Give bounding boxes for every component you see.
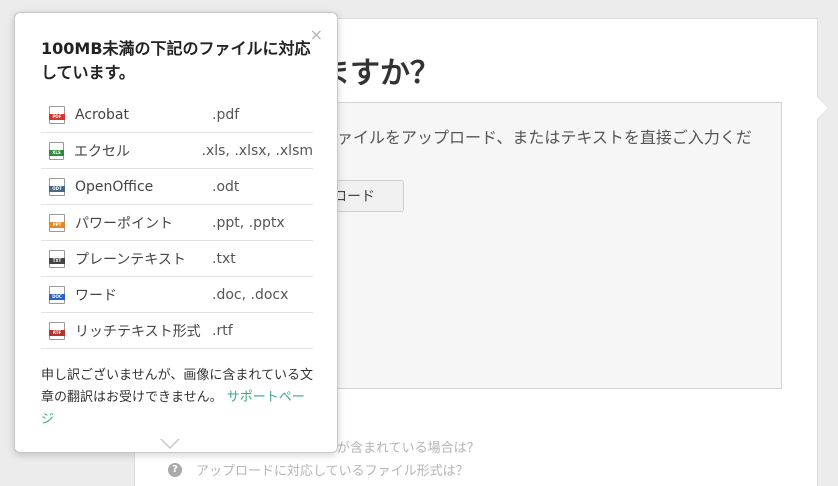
file-type-name: OpenOffice xyxy=(75,178,154,195)
rtf-file-icon: RTF xyxy=(49,321,65,340)
file-extensions: .ppt, .pptx xyxy=(212,214,285,231)
file-type-name: エクセル xyxy=(74,143,131,160)
file-extensions: .txt xyxy=(212,250,236,267)
file-type-name: パワーポイント xyxy=(75,215,173,232)
file-extensions: .pdf xyxy=(212,106,240,123)
page-heading: ますか？ xyxy=(320,56,440,91)
card-pointer xyxy=(816,96,828,120)
popover-note: 申し訳ございませんが、画像に含まれている文章の翻訳はお受けできません。 サポート… xyxy=(41,365,317,431)
file-icon-badge: DOC xyxy=(49,293,65,300)
file-format-row: ODT OpenOffice .odt xyxy=(41,169,313,205)
faq-link-image-text[interactable]: が含まれている場合は？ xyxy=(337,437,480,456)
file-extensions: .rtf xyxy=(212,322,233,339)
file-type-name: ワード xyxy=(75,287,117,304)
file-format-list: PDF Acrobat .pdf XLS エクセル .xls, .xlsx, .xlsm O… xyxy=(41,97,313,349)
file-format-row: TXT プレーンテキスト .txt xyxy=(41,241,313,277)
doc-file-icon: DOC xyxy=(49,285,65,304)
file-icon-badge: TXT xyxy=(49,257,65,264)
file-format-row: PDF Acrobat .pdf xyxy=(41,97,313,133)
file-icon-badge: PDF xyxy=(49,113,65,120)
file-extensions: .odt xyxy=(212,178,240,195)
odt-file-icon: ODT xyxy=(49,177,65,196)
help-icon: ? xyxy=(168,462,182,477)
upload-instructions: ァイルをアップロード、またはテキストを直接ご入力くだ xyxy=(337,128,752,147)
xls-file-icon: XLS xyxy=(49,141,65,160)
file-type-name: Acrobat xyxy=(75,106,129,123)
file-icon-badge: ODT xyxy=(49,185,65,192)
file-icon-badge: RTF xyxy=(49,329,65,336)
file-type-name: リッチテキスト形式 xyxy=(75,323,201,340)
file-format-row: DOC ワード .doc, .docx xyxy=(41,277,313,313)
ppt-file-icon: PPT xyxy=(49,213,65,232)
popover-title: 100MB未満の下記のファイルに対応しています。 xyxy=(41,39,311,82)
faq-item-file-formats[interactable]: ? アップロードに対応しているファイル形式は？ xyxy=(168,460,469,479)
faq-link-file-formats[interactable]: アップロードに対応しているファイル形式は？ xyxy=(196,460,469,479)
file-extensions: .doc, .docx xyxy=(212,286,289,303)
file-type-name: プレーンテキスト xyxy=(75,251,186,268)
txt-file-icon: TXT xyxy=(49,249,65,268)
file-format-row: XLS エクセル .xls, .xlsx, .xlsm xyxy=(41,133,313,169)
file-format-row: PPT パワーポイント .ppt, .pptx xyxy=(41,205,313,241)
close-icon[interactable]: × xyxy=(310,25,323,44)
file-icon-badge: XLS xyxy=(49,149,65,156)
file-icon-badge: PPT xyxy=(49,221,65,228)
file-format-row: RTF リッチテキスト形式 .rtf xyxy=(41,313,313,349)
file-extensions: .xls, .xlsx, .xlsm xyxy=(201,142,313,159)
pdf-file-icon: PDF xyxy=(49,105,65,124)
popover-pointer xyxy=(160,438,180,449)
supported-formats-popover: × 100MB未満の下記のファイルに対応しています。 PDF Acrobat .pd… xyxy=(14,12,338,453)
